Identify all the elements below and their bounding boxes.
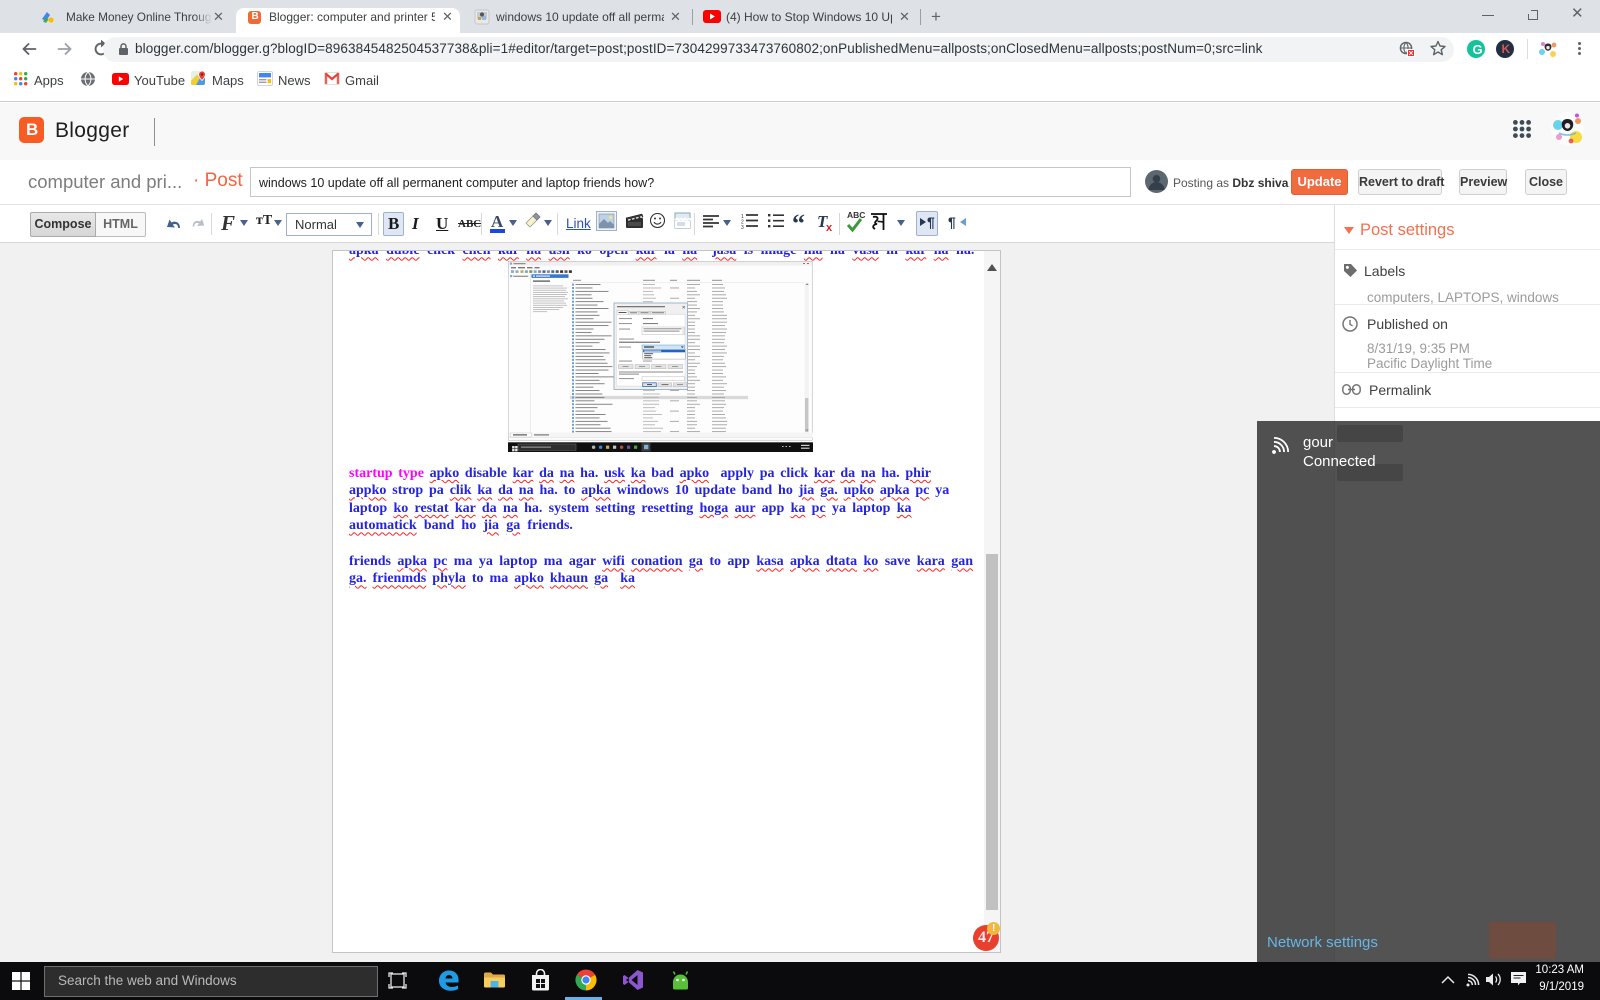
svg-text:3: 3 — [741, 225, 744, 229]
